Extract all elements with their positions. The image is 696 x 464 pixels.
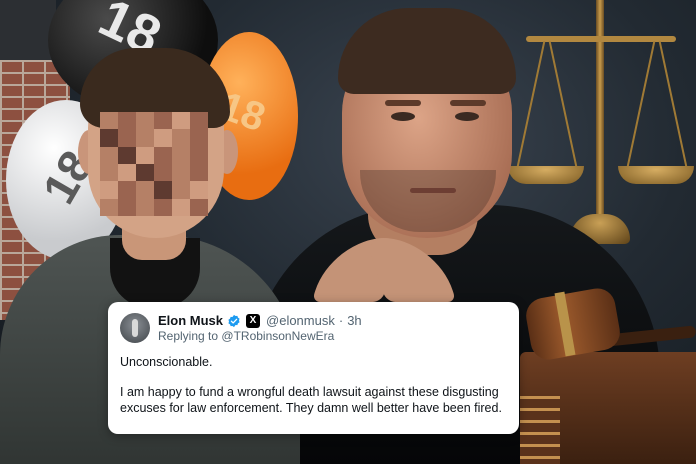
reply-handle: @TRobinsonNewEra xyxy=(221,329,335,343)
author-line: Elon Musk X @elonmusk · 3h xyxy=(158,313,362,328)
tweet-meta: Elon Musk X @elonmusk · 3h Replying to @… xyxy=(158,313,362,343)
composite-image: 18 18 18 Elon Musk X @elonmusk · 3h Repl… xyxy=(0,0,696,464)
separator-dot: · xyxy=(338,313,344,328)
tweet-paragraph: I am happy to fund a wrongful death laws… xyxy=(120,385,502,415)
eyebrow xyxy=(385,100,421,106)
x-logo-icon: X xyxy=(246,313,261,328)
eye xyxy=(391,112,415,121)
face-pixelation xyxy=(100,112,208,216)
eye xyxy=(455,112,479,121)
hair xyxy=(338,8,516,94)
reply-line: Replying to @TRobinsonNewEra xyxy=(158,329,362,343)
eyebrow xyxy=(450,100,486,106)
author-handle: @elonmusk xyxy=(266,313,335,328)
steepled-hands xyxy=(311,238,462,308)
mouth xyxy=(410,188,456,193)
avatar xyxy=(120,313,150,343)
tweet-time: 3h xyxy=(347,313,362,328)
tweet-body: Unconscionable. I am happy to fund a wro… xyxy=(120,354,507,416)
tweet-paragraph: Unconscionable. xyxy=(120,355,213,369)
reply-prefix: Replying to xyxy=(158,329,219,343)
author-name: Elon Musk xyxy=(158,313,224,328)
verified-check-icon xyxy=(228,314,240,327)
book-spine-bands xyxy=(520,396,560,464)
tweet-card: Elon Musk X @elonmusk · 3h Replying to @… xyxy=(108,302,519,434)
tweet-header: Elon Musk X @elonmusk · 3h Replying to @… xyxy=(120,312,507,344)
